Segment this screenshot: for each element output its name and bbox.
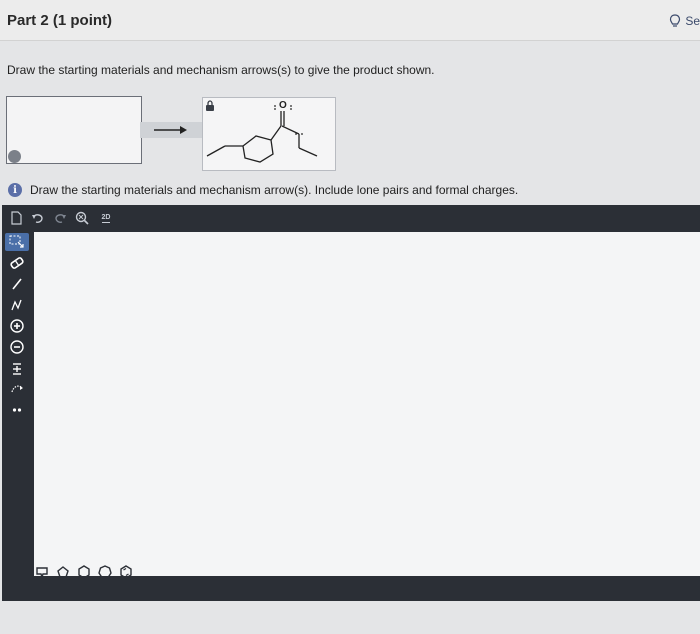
select-icon[interactable] (5, 233, 29, 251)
part-label: Part 2 (7, 12, 49, 29)
chain-icon[interactable] (5, 296, 29, 314)
question-prompt: Draw the starting materials and mechanis… (7, 63, 435, 77)
lock-icon (206, 100, 214, 111)
bond-icon[interactable] (5, 275, 29, 293)
zoom-label: 2D (101, 213, 111, 223)
reaction-arrow-icon (154, 126, 187, 134)
drawing-canvas[interactable] (34, 232, 700, 576)
part-title: Part 2 (1 point) (7, 12, 112, 29)
hexagon-icon[interactable] (76, 564, 92, 580)
hint-button[interactable]: Se (669, 14, 700, 28)
arrow-icon[interactable] (5, 380, 29, 398)
heptagon-icon[interactable] (97, 564, 113, 580)
starting-materials-box[interactable] (6, 96, 142, 164)
lone-pair-icon[interactable] (5, 401, 29, 419)
editor-top-toolbar: 2D (2, 205, 700, 231)
scheme-info-icon[interactable] (8, 150, 21, 163)
undo-icon[interactable] (30, 210, 46, 226)
instruction-text: Draw the starting materials and mechanis… (30, 183, 519, 197)
plus-minus-icon[interactable] (5, 359, 29, 377)
part-header: Part 2 (1 point) Se (0, 0, 700, 41)
product-box: O (202, 97, 336, 171)
lightbulb-icon (670, 14, 681, 27)
eraser-icon[interactable] (5, 254, 29, 272)
instruction-row: i Draw the starting materials and mechan… (8, 183, 518, 197)
product-oxygen-label: O (278, 100, 288, 111)
2d-icon[interactable]: 2D (96, 210, 116, 226)
info-icon[interactable]: i (8, 183, 22, 197)
editor-left-toolbar (2, 231, 32, 573)
plus-charge-icon[interactable] (5, 317, 29, 335)
file-icon[interactable] (8, 210, 24, 226)
cyclo-icon[interactable] (118, 564, 134, 580)
reaction-arrow-area (140, 122, 202, 138)
template-icon[interactable] (34, 564, 50, 580)
redo-icon[interactable] (52, 210, 68, 226)
editor-bottom-toolbar (34, 564, 134, 580)
hint-label: Se (685, 14, 700, 28)
points-label: (1 point) (52, 12, 113, 29)
pentagon-icon[interactable] (55, 564, 71, 580)
minus-charge-icon[interactable] (5, 338, 29, 356)
product-structure (206, 100, 318, 163)
zoom-icon[interactable] (74, 210, 90, 226)
